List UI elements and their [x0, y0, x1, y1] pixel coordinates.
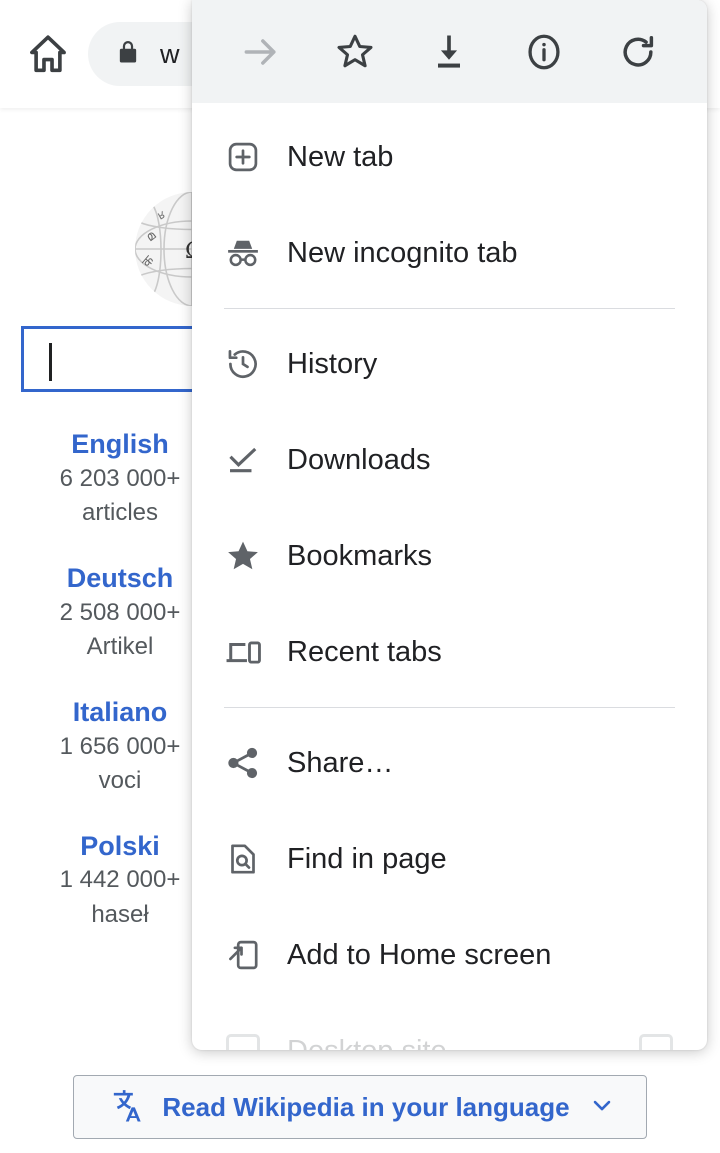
menu-item-new-tab[interactable]: New tab	[192, 109, 707, 205]
menu-item-label: New incognito tab	[287, 236, 518, 269]
menu-item-label: Add to Home screen	[287, 938, 552, 971]
menu-item-bookmarks[interactable]: Bookmarks	[192, 508, 707, 604]
recent-tabs-icon	[224, 633, 262, 671]
download-icon[interactable]	[422, 25, 476, 79]
language-bar-label: Read Wikipedia in your language	[162, 1091, 570, 1122]
chevron-down-icon[interactable]	[588, 1091, 616, 1124]
menu-item-label: Recent tabs	[287, 635, 442, 668]
page-info-icon[interactable]	[517, 25, 571, 79]
url-text: w	[160, 38, 180, 69]
find-in-page-icon	[224, 840, 262, 878]
menu-item-history[interactable]: History	[192, 316, 707, 412]
share-icon	[224, 744, 262, 782]
menu-item-label: Bookmarks	[287, 539, 433, 572]
lock-icon	[114, 38, 142, 71]
desktop-site-toggle[interactable]	[639, 1034, 707, 1050]
menu-separator	[224, 707, 675, 708]
add-to-home-screen-icon	[224, 936, 262, 974]
menu-item-label: New tab	[287, 140, 394, 173]
menu-item-label: History	[287, 347, 378, 380]
menu-item-downloads[interactable]: Downloads	[192, 412, 707, 508]
text-caret	[49, 343, 52, 381]
menu-header-actions	[192, 0, 707, 103]
menu-item-find-in-page[interactable]: Find in page	[192, 811, 707, 907]
read-wikipedia-language-bar[interactable]: Read Wikipedia in your language	[73, 1075, 647, 1139]
home-icon[interactable]	[20, 26, 76, 82]
screen: w മ क ʁ English 6 203 000+ articles Deut…	[0, 0, 720, 1153]
bookmark-star-icon[interactable]	[328, 25, 382, 79]
bookmarks-star-icon	[224, 537, 262, 575]
reload-icon[interactable]	[611, 25, 665, 79]
menu-item-new-incognito-tab[interactable]: New incognito tab	[192, 205, 707, 301]
menu-item-desktop-site[interactable]: Desktop site	[192, 1003, 707, 1050]
forward-icon[interactable]	[234, 25, 288, 79]
incognito-icon	[224, 234, 262, 272]
menu-item-label: Find in page	[287, 842, 447, 875]
new-tab-icon	[224, 138, 262, 176]
downloads-icon	[224, 441, 262, 479]
menu-item-label: Share…	[287, 746, 394, 779]
menu-item-recent-tabs[interactable]: Recent tabs	[192, 604, 707, 700]
menu-item-add-to-home-screen[interactable]: Add to Home screen	[192, 907, 707, 1003]
menu-item-label: Desktop site	[287, 1035, 447, 1051]
menu-item-list: New tab New incognito tab History Downlo…	[192, 103, 707, 1050]
menu-item-share[interactable]: Share…	[192, 715, 707, 811]
menu-separator	[224, 308, 675, 309]
translate-icon	[104, 1085, 144, 1130]
menu-item-label: Downloads	[287, 443, 431, 476]
history-icon	[224, 345, 262, 383]
desktop-site-checkbox[interactable]	[224, 1032, 262, 1050]
browser-overflow-menu: New tab New incognito tab History Downlo…	[192, 0, 707, 1050]
